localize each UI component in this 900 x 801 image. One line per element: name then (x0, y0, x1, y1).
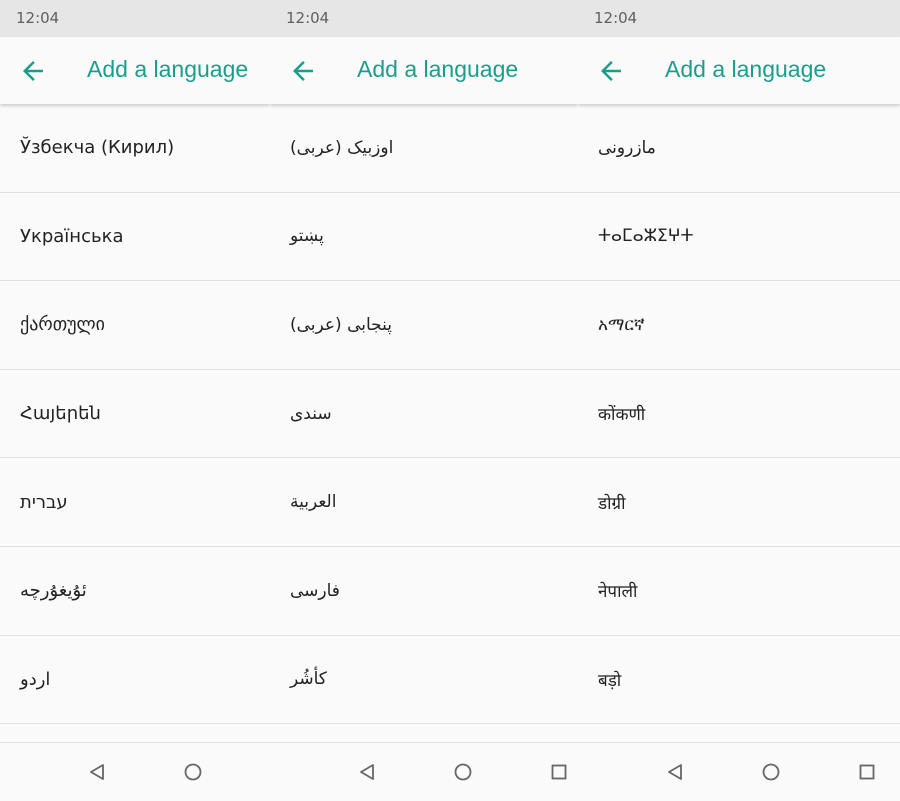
language-list: Ўзбекча (Кирил) Українська ქართული Հայեր… (0, 104, 270, 725)
app-bar: Add a language (578, 37, 900, 104)
language-label: پښتو (290, 226, 324, 247)
page-title: Add a language (357, 56, 519, 82)
list-item[interactable]: कोंकणी (578, 370, 900, 459)
language-label: ქართული (20, 314, 105, 336)
navigation-bar (0, 742, 270, 801)
arrow-left-icon[interactable] (288, 56, 318, 86)
language-label: ئۇيغۇرچە (20, 580, 87, 602)
list-item[interactable]: سندی (270, 370, 578, 459)
list-item[interactable]: Հայերեն (0, 370, 270, 459)
home-circle-icon[interactable] (761, 762, 781, 782)
language-label: ⵜⴰⵎⴰⵣⵉⵖⵜ (598, 226, 694, 247)
app-bar: Add a language (0, 37, 270, 104)
list-item[interactable]: مازرونی (578, 104, 900, 193)
page-title: Add a language (665, 56, 827, 82)
list-item[interactable]: کأشُر (270, 636, 578, 725)
language-label: नेपाली (598, 582, 638, 603)
list-item[interactable]: فارسی (270, 547, 578, 636)
list-item[interactable]: बड़ो (578, 636, 900, 725)
list-item[interactable]: አማርኛ (578, 281, 900, 370)
language-label: डोग्री (598, 493, 626, 514)
language-label: Українська (20, 225, 124, 247)
status-bar: 12:04 (578, 0, 900, 37)
recents-square-icon[interactable] (549, 762, 569, 782)
list-item[interactable]: ⵜⴰⵎⴰⵣⵉⵖⵜ (578, 193, 900, 282)
status-bar: 12:04 (270, 0, 578, 37)
language-label: Ўзбекча (Кирил) (20, 137, 175, 159)
status-time: 12:04 (16, 9, 60, 27)
list-item[interactable]: Ўзбекча (Кирил) (0, 104, 270, 193)
status-time: 12:04 (286, 9, 330, 27)
language-label: बड़ो (598, 670, 622, 691)
back-triangle-icon[interactable] (357, 762, 377, 782)
language-label: مازرونی (598, 137, 656, 158)
back-triangle-icon[interactable] (87, 762, 107, 782)
list-item[interactable]: پښتو (270, 193, 578, 282)
arrow-left-icon[interactable] (18, 56, 48, 86)
list-item[interactable]: العربية (270, 458, 578, 547)
language-list: اوزبیک (عربی) پښتو پنجابی (عربی) سندی ال… (270, 104, 578, 725)
language-label: فارسی (290, 580, 340, 601)
screen-panel-2: 12:04 Add a language اوزبیک (عربی) پښتو … (270, 0, 578, 801)
navigation-bar (270, 742, 578, 801)
language-label: اوزبیک (عربی) (290, 137, 394, 158)
list-item[interactable]: ქართული (0, 281, 270, 370)
home-circle-icon[interactable] (453, 762, 473, 782)
language-label: پنجابی (عربی) (290, 314, 393, 335)
language-list: مازرونی ⵜⴰⵎⴰⵣⵉⵖⵜ አማርኛ कोंकणी डोग्री नेपा… (578, 104, 900, 725)
navigation-bar (578, 742, 900, 801)
language-label: कोंकणी (598, 405, 646, 426)
language-label: Հայերեն (20, 403, 101, 425)
language-label: سندی (290, 403, 332, 424)
app-bar: Add a language (270, 37, 578, 104)
language-label: اردو (20, 668, 51, 690)
language-label: کأشُر (290, 669, 327, 690)
status-time: 12:04 (594, 9, 638, 27)
list-item[interactable]: डोग्री (578, 458, 900, 547)
screen-panel-3: 12:04 Add a language مازرونی ⵜⴰⵎⴰⵣⵉⵖⵜ አማ… (578, 0, 900, 801)
list-item[interactable]: ئۇيغۇرچە (0, 547, 270, 636)
status-bar: 12:04 (0, 0, 270, 37)
screen-panel-1: 12:04 Add a language Ўзбекча (Кирил) Укр… (0, 0, 270, 801)
list-item[interactable]: پنجابی (عربی) (270, 281, 578, 370)
list-item[interactable]: اردو (0, 636, 270, 725)
language-label: አማርኛ (598, 314, 645, 335)
language-label: עברית (20, 491, 68, 513)
home-circle-icon[interactable] (183, 762, 203, 782)
page-title: Add a language (87, 56, 249, 82)
list-item[interactable]: Українська (0, 193, 270, 282)
list-item[interactable]: עברית (0, 458, 270, 547)
list-item[interactable]: اوزبیک (عربی) (270, 104, 578, 193)
recents-square-icon[interactable] (857, 762, 877, 782)
list-item[interactable]: नेपाली (578, 547, 900, 636)
back-triangle-icon[interactable] (665, 762, 685, 782)
language-label: العربية (290, 492, 337, 513)
arrow-left-icon[interactable] (596, 56, 626, 86)
